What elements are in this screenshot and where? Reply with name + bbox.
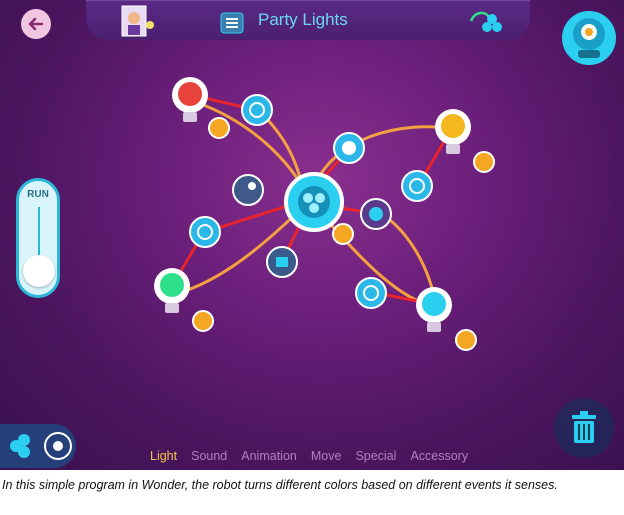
light-bulb-red[interactable] bbox=[172, 77, 208, 122]
sensor-node-sound[interactable] bbox=[266, 246, 298, 278]
block-palette-icon bbox=[0, 424, 76, 468]
tab-sound[interactable]: Sound bbox=[191, 449, 227, 463]
run-knob[interactable] bbox=[23, 255, 55, 287]
palette-selector[interactable] bbox=[0, 424, 78, 468]
trash-icon bbox=[572, 411, 596, 443]
share-button[interactable] bbox=[467, 7, 505, 37]
tab-light[interactable]: Light bbox=[150, 449, 177, 463]
wait-node-2[interactable] bbox=[401, 170, 433, 202]
list-icon bbox=[220, 12, 244, 34]
avatar-icon bbox=[121, 5, 154, 37]
wait-node-3[interactable] bbox=[189, 216, 221, 248]
tab-special[interactable]: Special bbox=[355, 449, 396, 463]
arrow-left-icon bbox=[28, 17, 44, 31]
category-tabs: Light Sound Animation Move Special Acces… bbox=[150, 449, 468, 463]
run-track bbox=[38, 207, 40, 255]
robot-connection-button[interactable] bbox=[560, 10, 618, 66]
user-avatar[interactable] bbox=[121, 5, 155, 37]
page-title: Party Lights bbox=[258, 10, 348, 29]
run-label: RUN bbox=[27, 189, 49, 200]
sensor-node-robot[interactable] bbox=[232, 174, 264, 206]
program-menu[interactable] bbox=[217, 9, 247, 37]
tab-move[interactable]: Move bbox=[311, 449, 342, 463]
share-icon bbox=[469, 11, 502, 32]
color-node[interactable] bbox=[333, 132, 365, 164]
figure-caption: In this simple program in Wonder, the ro… bbox=[2, 478, 558, 492]
wonder-app-screen: Party Lights RUN Light Sound Animation M… bbox=[0, 0, 624, 470]
light-bulb-green[interactable] bbox=[154, 268, 190, 313]
robot-icon bbox=[562, 11, 616, 65]
delete-button[interactable] bbox=[554, 398, 614, 458]
start-node[interactable] bbox=[284, 172, 344, 232]
wait-node-4[interactable] bbox=[355, 277, 387, 309]
back-button[interactable] bbox=[21, 9, 51, 39]
light-bulb-cyan[interactable] bbox=[416, 287, 452, 332]
tab-accessory[interactable]: Accessory bbox=[410, 449, 468, 463]
sensor-node-obstacle[interactable] bbox=[360, 198, 392, 230]
wait-node-1[interactable] bbox=[241, 94, 273, 126]
run-slider[interactable]: RUN bbox=[16, 178, 60, 298]
tab-animation[interactable]: Animation bbox=[241, 449, 297, 463]
program-canvas[interactable] bbox=[0, 0, 624, 470]
